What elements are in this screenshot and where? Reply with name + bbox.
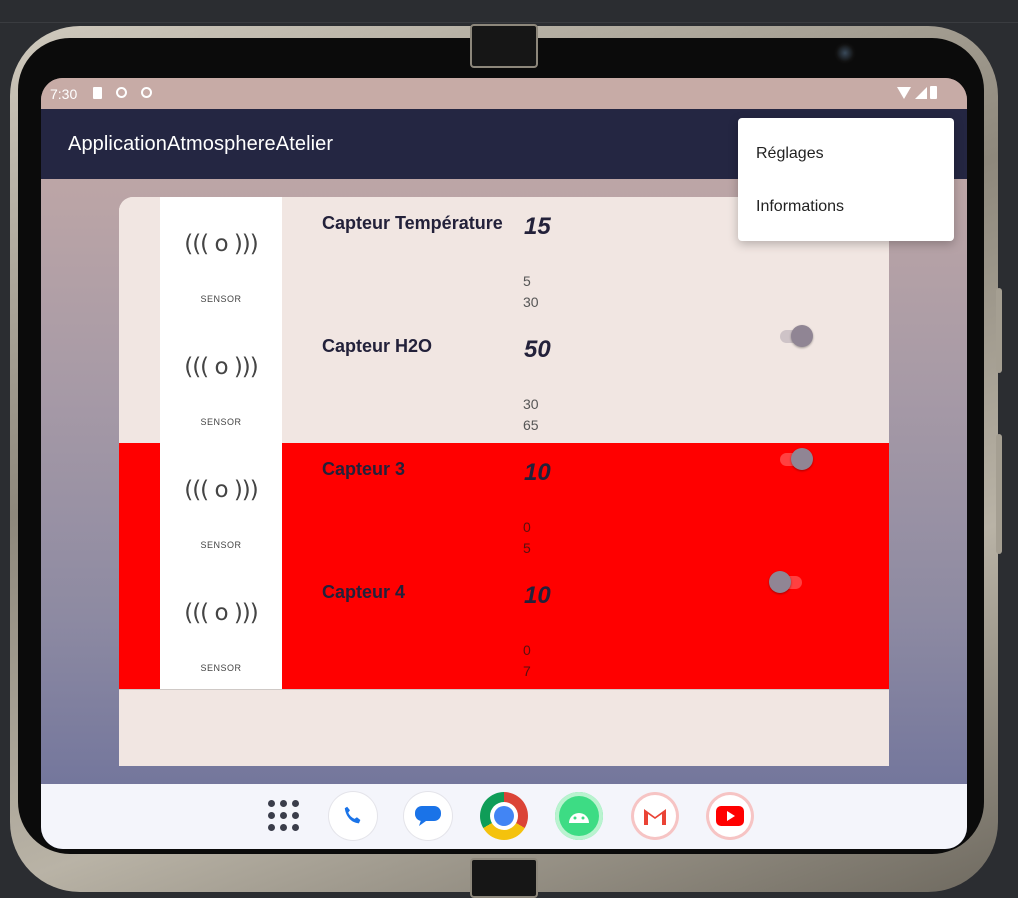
emulator-toolbar bbox=[0, 0, 1018, 23]
sensor-image: ((( o ))) SENSOR bbox=[160, 197, 282, 320]
android-studio-icon[interactable] bbox=[555, 792, 603, 840]
sensor-switch[interactable] bbox=[769, 570, 807, 594]
app-title: ApplicationAtmosphereAtelier bbox=[68, 133, 334, 155]
sensor-value: 10 bbox=[524, 582, 551, 609]
sensor-name: Capteur 3 bbox=[322, 459, 406, 479]
phone-icon[interactable] bbox=[329, 792, 377, 840]
sensor-image: ((( o ))) SENSOR bbox=[160, 443, 282, 566]
power-button[interactable] bbox=[996, 434, 1002, 554]
sensor-value: 50 bbox=[524, 336, 551, 363]
menu-item-reglages[interactable]: Réglages bbox=[756, 145, 824, 163]
sensor-broadcast-icon: ((( o ))) bbox=[184, 600, 259, 626]
app-drawer-icon[interactable] bbox=[268, 800, 300, 832]
sensor-broadcast-icon: ((( o ))) bbox=[184, 477, 259, 503]
battery-icon bbox=[930, 86, 937, 99]
sensor-switch-thumb[interactable] bbox=[769, 571, 791, 593]
sensor-row[interactable]: ((( o ))) SENSOR Capteur 3 10 0 5 bbox=[119, 443, 889, 567]
sensor-min: 5 bbox=[523, 273, 531, 289]
status-time: 7:30 bbox=[50, 86, 78, 102]
signal-icon bbox=[915, 87, 927, 99]
sensor-list[interactable]: ((( o ))) SENSOR Capteur Température 15 5 30(… bbox=[119, 197, 889, 766]
sensor-max: 65 bbox=[523, 417, 539, 433]
sensor-switch[interactable] bbox=[777, 324, 815, 348]
device-hinge-top bbox=[470, 24, 538, 68]
sensor-max: 30 bbox=[523, 294, 539, 310]
sensor-image-caption: SENSOR bbox=[200, 540, 242, 550]
sensor-min: 0 bbox=[523, 642, 531, 658]
wifi-icon bbox=[897, 87, 911, 99]
launcher-dock bbox=[41, 784, 967, 849]
sensor-broadcast-icon: ((( o ))) bbox=[184, 354, 259, 380]
sensor-image-caption: SENSOR bbox=[200, 663, 242, 673]
sensor-image: ((( o ))) SENSOR bbox=[160, 320, 282, 443]
sd-card-icon bbox=[93, 87, 102, 99]
sensor-switch-thumb[interactable] bbox=[791, 325, 813, 347]
youtube-icon[interactable] bbox=[706, 792, 754, 840]
sensor-row[interactable]: ((( o ))) SENSOR Capteur H2O 50 30 65 bbox=[119, 320, 889, 444]
camera-icon bbox=[834, 42, 856, 64]
sensor-image-caption: SENSOR bbox=[200, 417, 242, 427]
sensor-switch[interactable] bbox=[777, 447, 815, 471]
sensor-switch-thumb[interactable] bbox=[791, 448, 813, 470]
sensor-min: 0 bbox=[523, 519, 531, 535]
sensor-max: 7 bbox=[523, 663, 531, 679]
sensor-row[interactable]: ((( o ))) SENSOR Capteur 4 10 0 7 bbox=[119, 566, 889, 690]
sensor-image-caption: SENSOR bbox=[200, 294, 242, 304]
status-bar: 7:30 bbox=[41, 78, 967, 109]
device-screen: 7:30 ApplicationAtmosphereAtelier ((( o … bbox=[41, 78, 967, 849]
sensor-value: 10 bbox=[524, 459, 551, 486]
overflow-menu: Réglages Informations bbox=[738, 118, 954, 241]
notification-face-icon bbox=[116, 87, 127, 98]
sensor-broadcast-icon: ((( o ))) bbox=[184, 231, 259, 257]
device-hinge-bottom bbox=[470, 858, 538, 898]
menu-item-informations[interactable]: Informations bbox=[756, 198, 844, 216]
volume-button[interactable] bbox=[996, 288, 1002, 373]
sensor-name: Capteur 4 bbox=[322, 582, 406, 602]
sensor-max: 5 bbox=[523, 540, 531, 556]
messages-icon[interactable] bbox=[404, 792, 452, 840]
sensor-name: Capteur Température bbox=[322, 213, 503, 233]
sensor-image: ((( o ))) SENSOR bbox=[160, 566, 282, 689]
sensor-min: 30 bbox=[523, 396, 539, 412]
sensor-name: Capteur H2O bbox=[322, 336, 433, 356]
chrome-icon[interactable] bbox=[480, 792, 528, 840]
gmail-icon[interactable] bbox=[631, 792, 679, 840]
sensor-value: 15 bbox=[524, 213, 551, 240]
notification-face-icon-2 bbox=[141, 87, 152, 98]
